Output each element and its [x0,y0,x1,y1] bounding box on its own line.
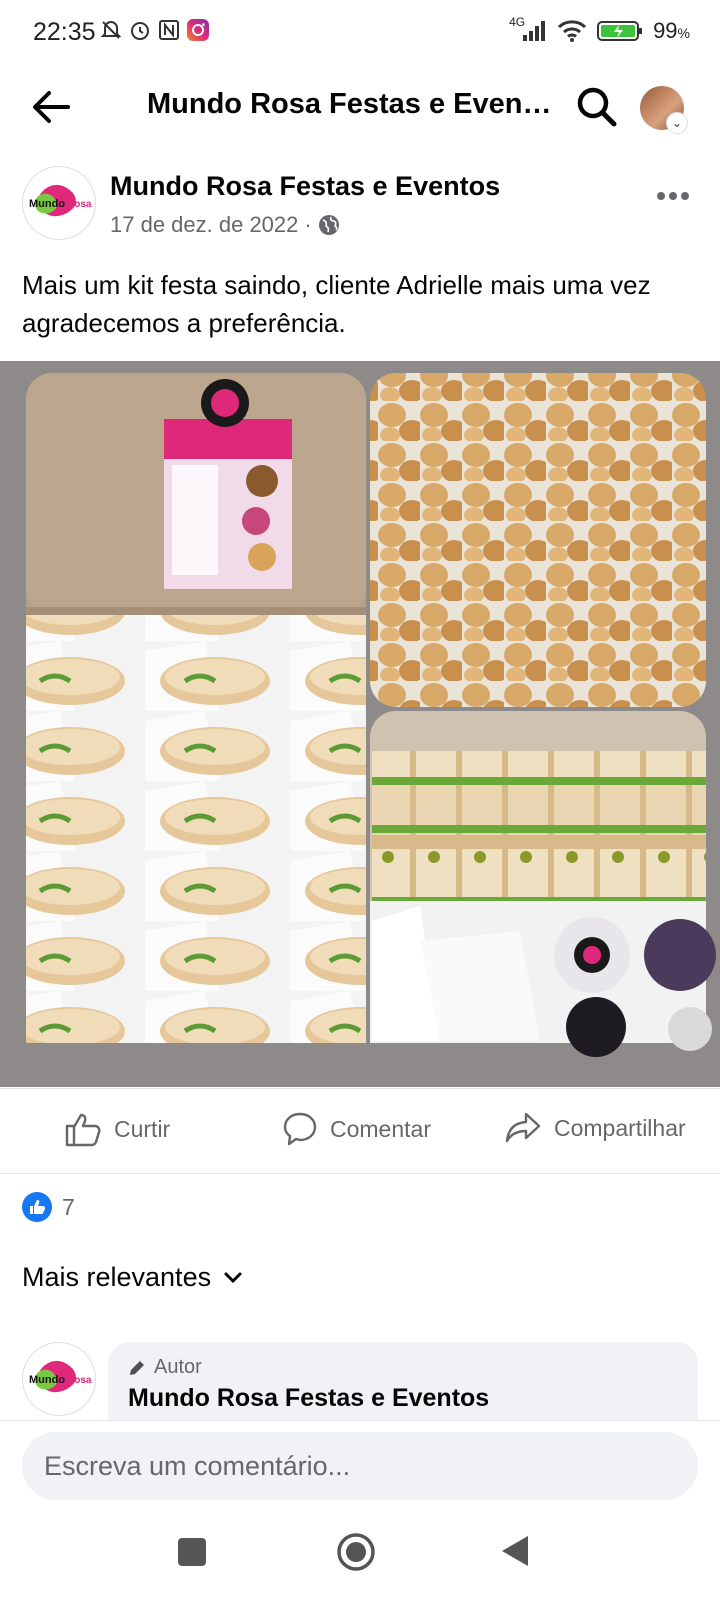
sort-label: Mais relevantes [22,1262,212,1292]
home-button[interactable] [336,1532,376,1577]
battery-value: 99 [653,18,678,43]
comment-composer[interactable] [22,1432,698,1500]
author-badge: Autor [128,1356,202,1379]
post-meta: 17 de dez. de 2022 · [110,212,340,238]
share-button[interactable]: Compartilhar [504,1111,686,1145]
author-badge-label: Autor [154,1356,202,1378]
reaction-count: 7 [62,1193,75,1220]
thumbs-up-icon [65,1113,101,1147]
mundo-rosa-logo: Mundo Rosa [29,1360,92,1393]
battery-unit: % [677,25,690,41]
arrow-left-icon [33,91,70,123]
svg-text:Mundo: Mundo [29,198,65,210]
comment-icon [283,1112,317,1146]
network-type: 4G [509,15,526,29]
nfc-icon [159,20,179,40]
more-options-button[interactable] [656,176,690,208]
share-label: Compartilhar [554,1114,686,1141]
mundo-rosa-logo: Mundo Rosa [29,184,92,217]
comment-input[interactable] [22,1432,686,1500]
system-nav-bar [0,1520,720,1600]
globe-icon [318,215,339,235]
instagram-icon [187,19,209,41]
post-author-name[interactable]: Mundo Rosa Festas e Eventos [110,171,500,202]
share-arrow-icon [505,1112,541,1143]
more-horizontal-icon [657,192,689,200]
recents-button[interactable] [178,1538,206,1566]
back-button[interactable] [28,84,74,130]
status-time: 22:35 [33,18,96,46]
triangle-back-icon [502,1536,528,1566]
photo-collage [26,373,716,1057]
home-circle-icon [337,1533,375,1571]
status-bar: 22:35 4G 99% [0,0,720,66]
status-icons-right: 4G 99% [509,15,690,44]
system-back-button[interactable] [500,1534,530,1573]
signal-icon: 4G [509,15,547,43]
like-label: Curtir [114,1115,171,1142]
comment-author-avatar[interactable]: Mundo Rosa [22,1342,96,1416]
svg-text:Mundo: Mundo [29,1374,65,1386]
page-avatar[interactable]: Mundo Rosa [22,166,96,240]
comment-author-name[interactable]: Mundo Rosa Festas e Eventos [128,1384,489,1413]
svg-text:Rosa: Rosa [67,1375,92,1386]
pencil-icon [130,1360,144,1375]
page-title: Mundo Rosa Festas e Eventos [147,88,557,120]
profile-avatar[interactable]: ⌄ [640,86,688,134]
reactions-summary[interactable]: 7 [22,1192,75,1222]
search-icon [577,87,617,127]
post-date[interactable]: 17 de dez. de 2022 [110,212,298,238]
wifi-icon [558,20,587,42]
post-photo[interactable] [0,361,720,1087]
battery-level: 99% [653,18,690,44]
alarm-icon [131,22,149,40]
search-button[interactable] [574,84,620,130]
svg-text:Rosa: Rosa [67,199,92,210]
comment-sort-dropdown[interactable]: Mais relevantes [22,1262,243,1293]
post-actions-bar: Curtir Comentar Compartilhar [0,1088,720,1174]
like-button[interactable]: Curtir [64,1111,170,1147]
mute-icon [100,21,122,39]
status-icons-left [100,18,210,42]
like-reaction-icon [22,1192,52,1222]
chevron-down-icon: ⌄ [666,112,688,134]
comment-button[interactable]: Comentar [282,1111,431,1147]
chevron-down-icon [224,1272,242,1283]
comment-label: Comentar [330,1115,431,1142]
battery-icon [597,21,643,41]
meta-separator: · [304,212,312,237]
post-text: Mais um kit festa saindo, cliente Adriel… [22,270,651,338]
